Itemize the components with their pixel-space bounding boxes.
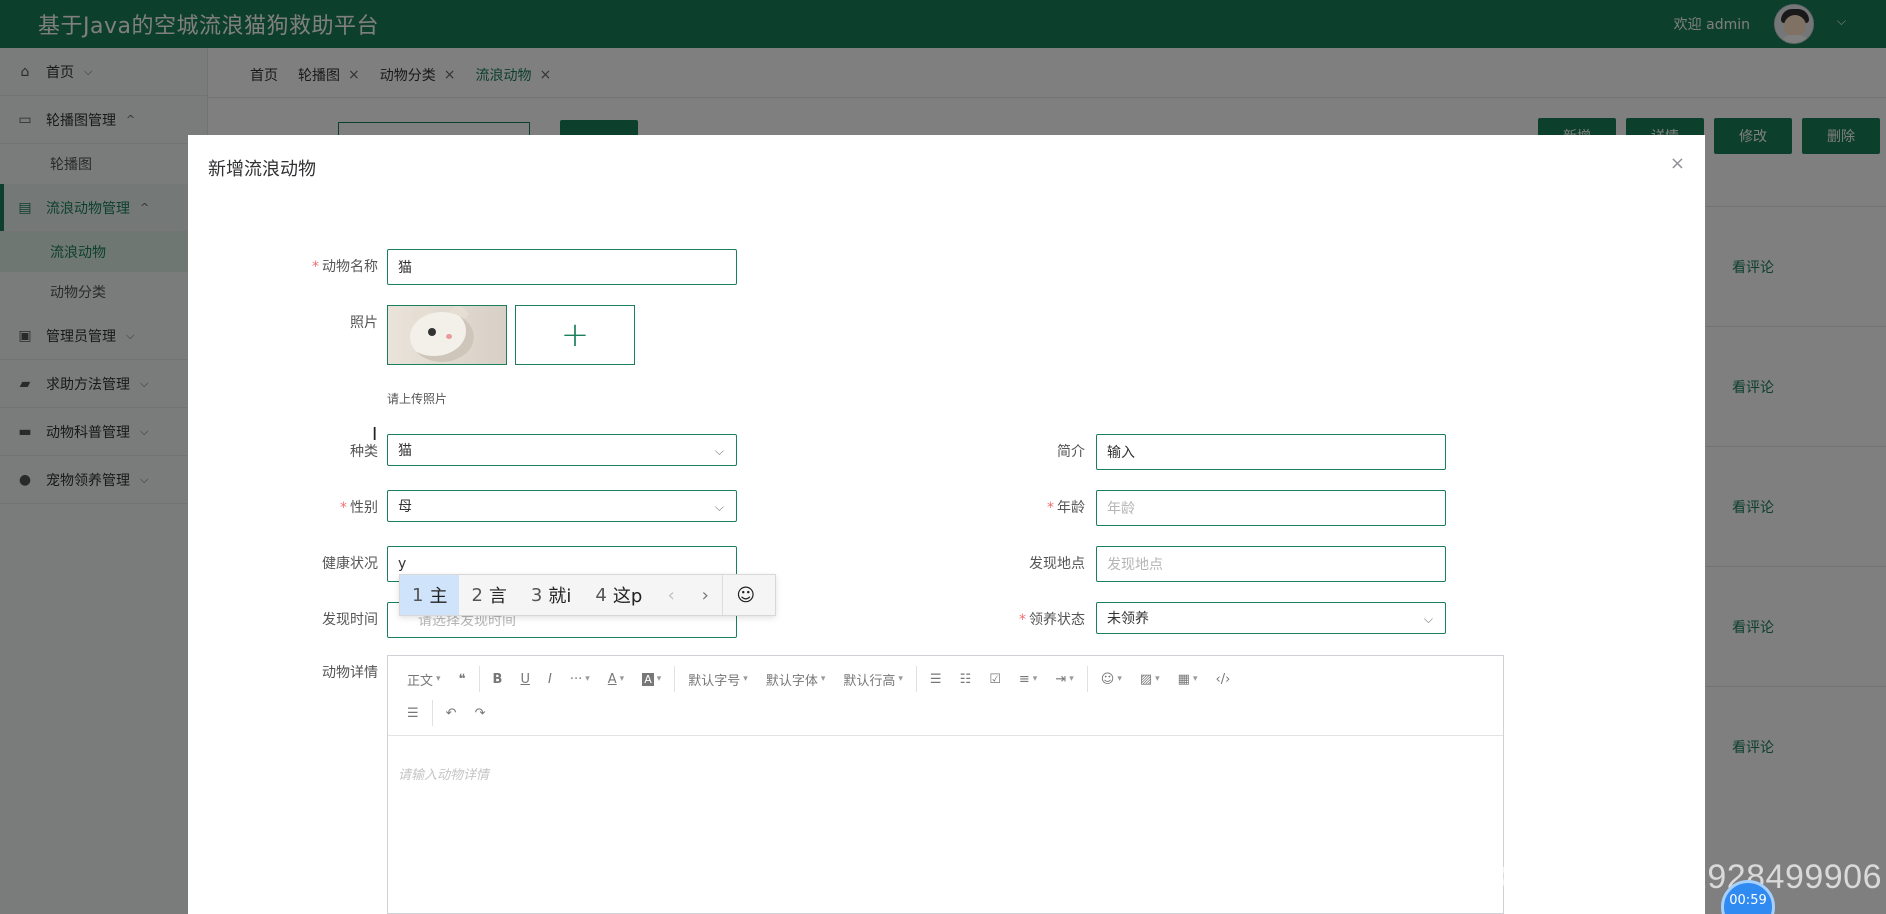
watermark: CSDN @Q_1928499906: [1498, 858, 1882, 896]
font-family-select[interactable]: 默认字体 ▾: [757, 670, 835, 689]
ime-prev-icon[interactable]: ‹: [654, 575, 688, 615]
ime-candidate[interactable]: 1主: [400, 575, 460, 615]
select-value: 猫: [398, 443, 412, 459]
upload-button[interactable]: +: [515, 305, 635, 365]
ime-candidate[interactable]: 4 这p: [583, 575, 654, 615]
select-value: 母: [398, 499, 412, 515]
age-label: * 年龄: [1047, 500, 1085, 516]
found-time-label: 发现时间: [322, 612, 378, 628]
code-icon[interactable]: ‹/›: [1207, 672, 1240, 687]
underline-icon[interactable]: U: [511, 672, 539, 687]
line-height-select[interactable]: 默认行高 ▾: [834, 670, 912, 689]
plus-icon: +: [560, 315, 590, 355]
editor-placeholder[interactable]: 请输入动物详情: [398, 764, 489, 783]
type-select[interactable]: 猫 ⌵: [387, 434, 737, 466]
undo-icon[interactable]: ↶: [437, 706, 466, 721]
health-label: 健康状况: [322, 556, 378, 572]
todo-icon[interactable]: ☑: [980, 672, 1010, 687]
ime-candidate[interactable]: 2言: [459, 575, 518, 615]
quote-icon[interactable]: ❝: [450, 672, 475, 687]
more-format-button[interactable]: ··· ▾: [561, 672, 599, 687]
adopt-status-select[interactable]: 未领养 ⌵: [1096, 602, 1446, 634]
found-place-input[interactable]: 发现地点: [1096, 546, 1446, 582]
numbered-list-icon[interactable]: ☷: [951, 672, 981, 687]
detail-label: 动物详情: [322, 665, 378, 681]
close-icon[interactable]: ×: [1670, 153, 1685, 174]
chevron-down-icon: ⌵: [1423, 612, 1433, 626]
bullet-list-icon[interactable]: ☰: [921, 672, 951, 687]
intro-label: 简介: [1057, 444, 1085, 460]
add-stray-animal-dialog: 新增流浪动物 × * 动物名称 猫 照片 + 请上传照片 种类 猫 ⌵ 简介 输入…: [188, 135, 1705, 914]
redo-icon[interactable]: ↷: [466, 706, 495, 721]
bold-icon[interactable]: B: [484, 672, 512, 687]
intro-input[interactable]: 输入: [1096, 434, 1446, 470]
type-label: 种类: [350, 444, 378, 460]
photo-hint: 请上传照片: [387, 392, 448, 406]
paragraph-format-button[interactable]: 正文 ▾: [398, 670, 450, 689]
emoji-icon[interactable]: ☺: [722, 575, 768, 615]
table-button[interactable]: ▦ ▾: [1169, 672, 1207, 687]
gender-label: * 性别: [340, 500, 378, 516]
italic-icon[interactable]: I: [539, 672, 561, 687]
found-place-label: 发现地点: [1029, 556, 1085, 572]
emoji-button[interactable]: ☺ ▾: [1092, 672, 1131, 687]
name-label: * 动物名称: [312, 259, 378, 275]
photo-label: 照片: [350, 315, 378, 331]
chevron-down-icon: ⌵: [714, 500, 724, 514]
editor-toolbar: 正文 ▾ ❝ B U I ··· ▾ A ▾ A ▾ 默认字号 ▾ 默认字体 ▾ 默认行高 ▾…: [388, 656, 1503, 736]
divider-icon[interactable]: ☰: [398, 706, 428, 721]
text-cursor-icon: I: [372, 424, 378, 445]
rich-text-editor: 正文 ▾ ❝ B U I ··· ▾ A ▾ A ▾ 默认字号 ▾ 默认字体 ▾ 默认行高 ▾…: [387, 655, 1504, 914]
ime-next-icon[interactable]: ›: [688, 575, 722, 615]
chevron-down-icon: ⌵: [714, 444, 724, 458]
adopt-status-label: * 领养状态: [1019, 612, 1085, 628]
ime-candidate[interactable]: 3 就i: [519, 575, 583, 615]
select-value: 未领养: [1107, 611, 1149, 627]
font-size-select[interactable]: 默认字号 ▾: [679, 670, 757, 689]
font-color-button[interactable]: A ▾: [599, 672, 633, 687]
age-input[interactable]: 年龄: [1096, 490, 1446, 526]
photo-thumbnail[interactable]: [387, 305, 507, 365]
dialog-title: 新增流浪动物: [208, 159, 316, 180]
animal-name-input[interactable]: 猫: [387, 249, 737, 285]
bg-color-button[interactable]: A ▾: [633, 672, 670, 686]
gender-select[interactable]: 母 ⌵: [387, 490, 737, 522]
image-button[interactable]: ▨ ▾: [1131, 672, 1169, 687]
indent-button[interactable]: ⇥ ▾: [1046, 672, 1082, 687]
ime-candidate-bar: 1主 2言 3 就i 4 这p ‹ › ☺: [399, 574, 776, 616]
align-button[interactable]: ≡ ▾: [1010, 672, 1046, 687]
